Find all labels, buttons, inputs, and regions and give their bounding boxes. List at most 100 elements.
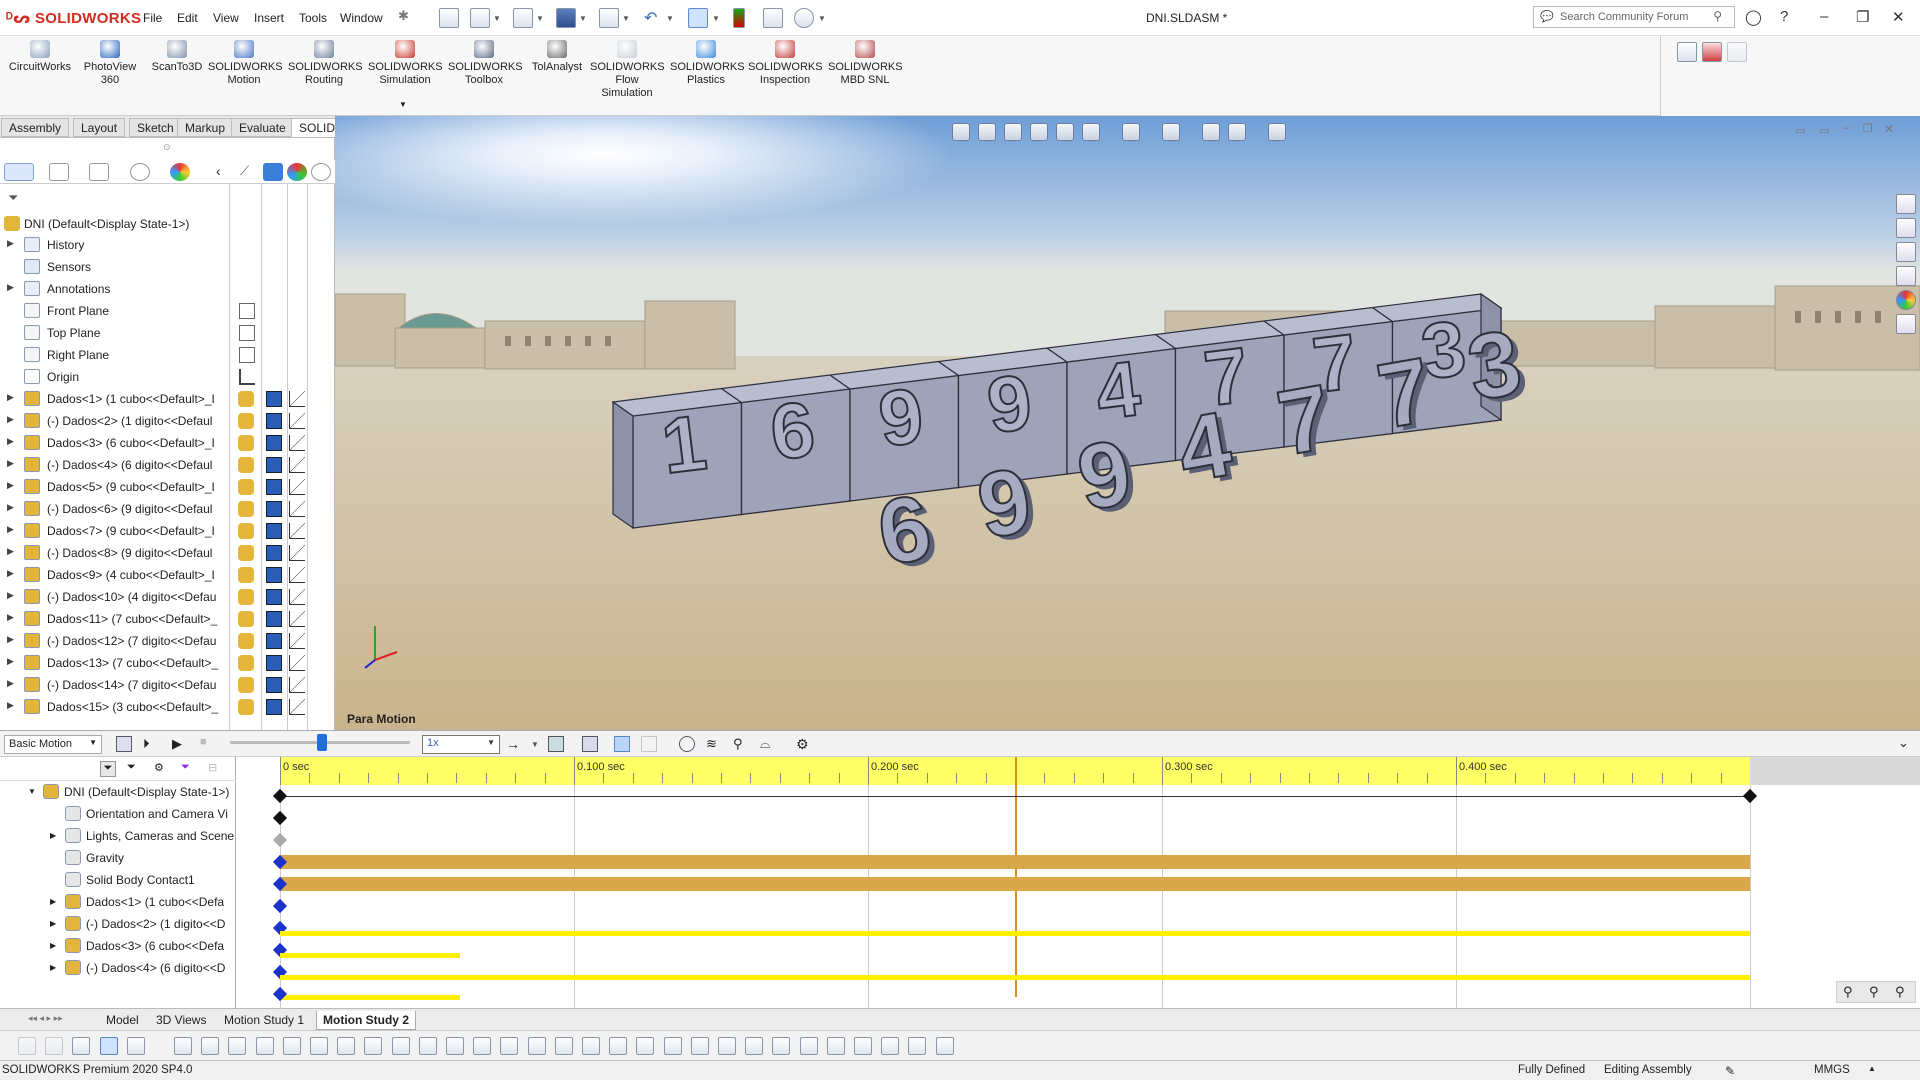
spring-icon[interactable]: ≋ xyxy=(706,736,722,752)
shaded-icon[interactable] xyxy=(364,1037,383,1055)
viewport-close-icon[interactable]: ✕ xyxy=(1884,122,1894,136)
panel-grip[interactable]: ⊙ xyxy=(163,142,171,153)
tab-motion-study-1[interactable]: Motion Study 1 xyxy=(218,1011,310,1030)
calculate-icon[interactable] xyxy=(116,736,132,752)
undo-icon[interactable]: ↶ xyxy=(644,8,664,28)
search-icon[interactable] xyxy=(636,1037,655,1055)
scanto3d-button[interactable]: ScanTo3D xyxy=(148,40,206,74)
filter-icon[interactable] xyxy=(18,1037,36,1055)
dimension-icon[interactable] xyxy=(337,1037,356,1055)
filter-color-icon[interactable] xyxy=(72,1037,91,1055)
tab-assembly[interactable]: Assembly xyxy=(1,118,70,137)
graph-icon[interactable] xyxy=(690,1037,709,1055)
axis-icon[interactable] xyxy=(201,1037,220,1055)
box-icon[interactable] xyxy=(391,1037,410,1055)
collapse-all-icon[interactable]: ⊟ xyxy=(208,761,224,777)
graphics-area[interactable]: 16994773 66999944777733 Para Motion ▭ ▭ … xyxy=(335,116,1920,730)
feature-tree-item[interactable]: ▶ History xyxy=(0,234,228,256)
expand-icon[interactable]: ▶ xyxy=(7,480,14,491)
check-icon[interactable] xyxy=(582,1037,600,1055)
view-cube-icon[interactable] xyxy=(255,1037,274,1055)
align-icon[interactable] xyxy=(418,1037,437,1055)
inspection-button[interactable]: SOLIDWORKS Inspection xyxy=(748,40,823,87)
zoom-to-fit-icon[interactable]: ⚲ xyxy=(1843,984,1853,1000)
feature-tree-item[interactable]: Top Plane xyxy=(0,322,228,344)
feature-manager-tab-icon[interactable] xyxy=(4,163,34,181)
feature-tree-item[interactable]: ▶ (-) Dados<2> (1 digito<<Defaul xyxy=(0,410,228,432)
expand-icon[interactable]: ▶ xyxy=(7,568,14,579)
feature-tree-item[interactable]: ▶ Dados<1> (1 cubo<<Default>_I xyxy=(0,388,228,410)
status-units[interactable]: MMGS xyxy=(1814,1064,1850,1076)
zoom-to-area-icon[interactable] xyxy=(978,123,996,141)
units-chevron-up-icon[interactable]: ▲ xyxy=(1868,1064,1876,1073)
play-icon[interactable]: ▶ xyxy=(172,736,188,752)
rebuild-icon[interactable] xyxy=(733,8,745,28)
resources-icon[interactable] xyxy=(1896,194,1916,214)
dynamic-annotation-icon[interactable] xyxy=(1056,123,1074,141)
collapse-left-icon[interactable]: ‹ xyxy=(216,163,221,179)
key-point[interactable] xyxy=(272,832,288,848)
filter-icon[interactable]: ⏷ xyxy=(8,190,18,206)
file-explorer-icon[interactable] xyxy=(1896,242,1916,262)
feature-tree-item[interactable]: ▶ Dados<3> (6 cubo<<Default>_I xyxy=(0,432,228,454)
chevron-down-icon[interactable]: ▼ xyxy=(28,787,36,796)
restore-icon[interactable]: ❐ xyxy=(1856,8,1869,26)
study-type-select[interactable]: Basic Motion ▼ xyxy=(4,735,102,754)
mbd-button[interactable]: SOLIDWORKS MBD SNL xyxy=(828,40,903,87)
menu-file[interactable]: File xyxy=(143,11,162,25)
chevron-right-icon[interactable]: ▶ xyxy=(50,941,56,950)
section-view-icon[interactable] xyxy=(1030,123,1048,141)
filter-animated-icon[interactable]: ⏷ xyxy=(100,761,116,777)
line-icon[interactable] xyxy=(310,1037,328,1055)
search-icon[interactable]: ⚲ xyxy=(1713,9,1722,23)
tab-sketch[interactable]: Sketch xyxy=(129,118,182,137)
feature-tree-item[interactable]: ▶ (-) Dados<12> (7 digito<<Defau xyxy=(0,630,228,652)
key-point[interactable] xyxy=(1742,788,1758,804)
text-icon[interactable] xyxy=(663,1037,682,1055)
display-style-icon[interactable] xyxy=(1122,123,1140,141)
study-properties-icon[interactable]: ⚙ xyxy=(796,736,812,752)
expand-icon[interactable]: ▶ xyxy=(7,282,14,293)
expand-icon[interactable]: ▶ xyxy=(7,656,14,667)
gauge-icon[interactable] xyxy=(772,1037,791,1055)
select-icon[interactable] xyxy=(688,8,708,28)
pin-icon[interactable]: ✱ xyxy=(398,8,418,28)
scene-icon[interactable] xyxy=(311,163,331,181)
new-document-icon[interactable] xyxy=(470,8,490,28)
expand-icon[interactable]: ▶ xyxy=(7,392,14,403)
configuration-manager-tab-icon[interactable] xyxy=(89,163,109,181)
search-input[interactable]: Search Community Forum ⚲ 💬 xyxy=(1533,6,1735,28)
display-manager-tab-icon[interactable] xyxy=(170,163,190,181)
solidworks-logo[interactable]: ᴰᔕ SOLIDWORKS xyxy=(6,9,141,27)
component-motion-bar[interactable] xyxy=(280,975,1750,980)
motion-button[interactable]: SOLIDWORKS Motion xyxy=(208,40,283,87)
frame-icon[interactable] xyxy=(446,1037,464,1055)
motion-tree-item[interactable]: ▶ Dados<3> (6 cubo<<Defa xyxy=(0,935,236,957)
viewport-restore-icon[interactable]: ❐ xyxy=(1863,122,1873,135)
feature-tree-item[interactable]: Right Plane xyxy=(0,344,228,366)
motion-tree-item[interactable]: Orientation and Camera Vi xyxy=(0,803,236,825)
feature-tree-item[interactable]: ▶ (-) Dados<10> (4 digito<<Defau xyxy=(0,586,228,608)
flag-icon[interactable] xyxy=(935,1037,954,1055)
chart-icon[interactable] xyxy=(718,1037,736,1055)
expand-icon[interactable]: ▶ xyxy=(7,678,14,689)
playback-slider-thumb[interactable] xyxy=(317,734,327,751)
component-motion-bar[interactable] xyxy=(280,953,460,958)
feature-tree-item[interactable]: Front Plane xyxy=(0,300,228,322)
routing-button[interactable]: SOLIDWORKS Routing xyxy=(288,40,363,87)
motion-tree-item[interactable]: ▶ (-) Dados<4> (6 digito<<D xyxy=(0,957,236,979)
level-two-icon[interactable] xyxy=(881,1037,900,1055)
motion-tree-item[interactable]: ▼ DNI (Default<Display State-1>) xyxy=(0,781,236,803)
flow-button[interactable]: SOLIDWORKS Flow Simulation xyxy=(590,40,665,100)
motion-tree-item[interactable]: ▶ Lights, Cameras and Scene xyxy=(0,825,236,847)
chevron-right-icon[interactable]: ▶ xyxy=(50,831,56,840)
timeline[interactable]: 0 sec 0.100 sec 0.200 sec 0.300 sec 0.400 se… xyxy=(236,757,1920,1011)
feature-tree-item[interactable]: ▶ Dados<13> (7 cubo<<Default>_ xyxy=(0,652,228,674)
feature-tree-item[interactable]: ▶ (-) Dados<14> (7 digito<<Defau xyxy=(0,674,228,696)
feature-tree-item[interactable]: ▶ Dados<15> (3 cubo<<Default>_ xyxy=(0,696,228,718)
property-manager-tab-icon[interactable] xyxy=(49,163,69,181)
expand-icon[interactable]: ▶ xyxy=(7,524,14,535)
filter-selected-icon[interactable]: ⚙ xyxy=(154,761,170,777)
split-icon[interactable]: ▭ xyxy=(1819,124,1829,137)
level-icon[interactable] xyxy=(854,1037,872,1055)
